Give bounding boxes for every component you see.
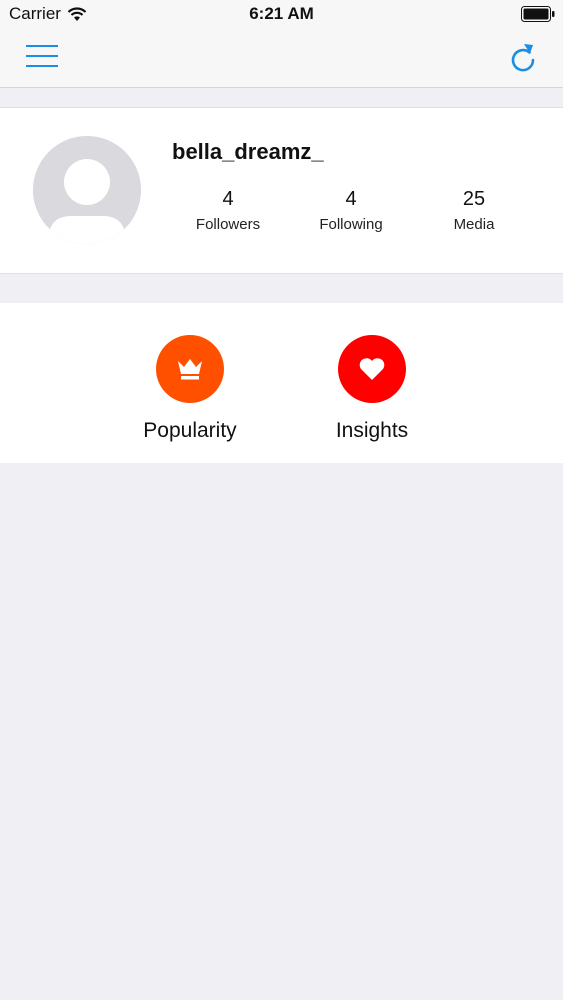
following-stat[interactable]: 4 Following [296, 188, 406, 233]
popularity-button[interactable]: Popularity [115, 335, 265, 443]
navigation-bar [0, 28, 563, 88]
battery-icon [521, 6, 555, 22]
avatar-placeholder-icon [33, 136, 141, 244]
refresh-button[interactable] [509, 42, 537, 72]
followers-label: Followers [195, 216, 261, 233]
status-bar: Carrier 6:21 AM [0, 0, 563, 28]
refresh-icon [511, 44, 535, 72]
menu-button[interactable] [26, 44, 58, 68]
actions-card: Popularity Insights [0, 303, 563, 463]
insights-icon-circle [338, 335, 406, 403]
followers-stat[interactable]: 4 Followers [173, 188, 283, 233]
crown-icon [178, 359, 202, 380]
popularity-label: Popularity [143, 419, 237, 442]
status-time: 6:21 AM [249, 4, 314, 23]
insights-label: Insights [335, 419, 409, 442]
media-stat[interactable]: 25 Media [419, 188, 529, 233]
popularity-icon-circle [156, 335, 224, 403]
following-count: 4 [345, 188, 357, 210]
menu-icon-line [26, 45, 58, 47]
media-count: 25 [462, 188, 486, 210]
media-label: Media [453, 216, 495, 233]
profile-card: bella_dreamz_ 4 Followers 4 Following 25… [0, 107, 563, 274]
insights-button[interactable]: Insights [297, 335, 447, 443]
followers-count: 4 [222, 188, 234, 210]
menu-icon-line [26, 65, 58, 67]
heart-icon [359, 358, 385, 380]
username: bella_dreamz_ [172, 139, 324, 164]
menu-icon-line [26, 55, 58, 57]
avatar[interactable] [33, 136, 141, 244]
following-label: Following [319, 216, 383, 233]
